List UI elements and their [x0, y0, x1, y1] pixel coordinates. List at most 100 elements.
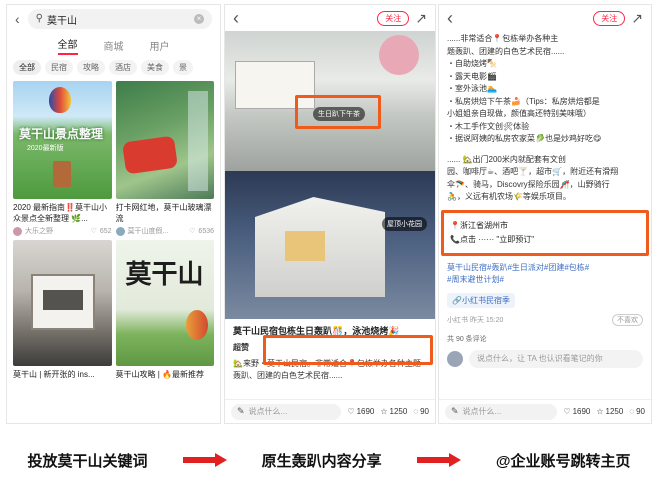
windmill-icon — [53, 161, 71, 187]
note-title: 2020 最新指南‼️莫干山小众景点全新整理 🌿... — [13, 203, 107, 223]
image-tag-rooftop-garden[interactable]: 屋顶小花园 — [382, 217, 427, 231]
heart-icon[interactable]: ♡ — [91, 227, 97, 235]
note-card[interactable]: 莫干山景点整理 2020最新版 2020 最新指南‼️莫干山小众景点全新整理 🌿… — [13, 81, 112, 236]
chip-scenic[interactable]: 景 — [173, 59, 193, 75]
author-name: 大乐之野 — [25, 228, 53, 235]
note-card[interactable]: 莫干山 | 新开张的 ins... — [13, 240, 112, 391]
like-count: 652 — [99, 227, 112, 235]
body-line: 伞🪂、骑马，Discovry探险乐园🎢，山野骑行 — [447, 179, 610, 189]
body-line: ......非常适合📍包栋举办各种主 — [447, 34, 559, 43]
comment-input[interactable]: ✎ 说点什么... — [231, 403, 342, 420]
body-line: ・露天电影🎬 — [447, 71, 497, 81]
title-prefix: 莫干山 — [233, 326, 261, 336]
interaction-bar: ✎ 说点什么... ♡ 1690 ☆ 1250 ◌ 90 — [225, 399, 435, 423]
note-meta: 莫干山度假... ♡ 6536 — [115, 226, 214, 236]
note-body-top: ......非常适合📍包栋举办各种主 题轰趴、团建的白色艺术民宿...... ・… — [439, 31, 651, 148]
overlay-title: 莫干山景点整理 — [19, 127, 104, 141]
flow-step-2: 原生轰趴内容分享 — [261, 452, 382, 470]
note-header: ‹ 关注 ↗ — [225, 5, 435, 31]
heart-icon: ♡ — [347, 407, 355, 416]
chip-hotel[interactable]: 酒店 — [109, 59, 137, 75]
collect-count: 1250 — [605, 407, 624, 416]
glass-slide-icon — [188, 91, 208, 191]
body-line: ・自助烧烤🍢 — [447, 59, 497, 68]
result-tabs: 全部 商城 用户 — [7, 33, 220, 57]
tab-users[interactable]: 用户 — [150, 38, 170, 53]
comment-input[interactable]: 说点什么，让 TA 也认识看笔记的你 — [469, 349, 643, 368]
note-image-bottom: 屋顶小花园 — [225, 171, 435, 319]
comment-input[interactable]: ✎ 说点什么... — [445, 403, 558, 420]
back-arrow-icon[interactable]: ‹ — [233, 9, 239, 27]
search-header: ‹ ⚲ 莫干山 × — [7, 5, 220, 33]
collect-button[interactable]: ☆ 1250 — [380, 407, 407, 416]
note-thumbnail: 莫干山 — [115, 240, 214, 366]
filter-chips: 全部 民宿 攻略 酒店 美食 景 — [7, 57, 220, 77]
title-highlight-box — [263, 335, 433, 365]
comment-placeholder: 说点什么... — [462, 407, 502, 416]
contact-highlight-box: 📍浙江省湖州市 📞点击 ······ "立即预订" — [441, 209, 649, 256]
note-card[interactable]: 打卡网红地，莫干山玻璃漂流 莫干山度假... ♡ 6536 — [115, 81, 214, 236]
comment-icon: ◌ — [629, 407, 635, 416]
balloon-icon — [379, 35, 419, 75]
raft-icon — [121, 135, 178, 175]
star-icon: ☆ — [596, 407, 604, 416]
location-line: 📍浙江省湖州市 — [450, 220, 508, 230]
topic-link[interactable]: 🔗小红书民宿季 — [447, 292, 515, 308]
chip-food[interactable]: 美食 — [141, 59, 169, 75]
hot-air-balloon-icon — [49, 87, 71, 113]
lit-window-icon — [285, 231, 325, 261]
tab-all[interactable]: 全部 — [57, 36, 78, 55]
note-title: 莫干山攻略 | 🔥最新推荐 — [115, 370, 204, 379]
comment-button[interactable]: ◌ 90 — [413, 407, 429, 416]
chip-guide[interactable]: 攻略 — [77, 59, 105, 75]
note-thumbnail: 莫干山景点整理 2020最新版 — [13, 81, 112, 199]
clear-icon[interactable]: × — [194, 14, 204, 24]
interaction-bar: ✎ 说点什么... ♡ 1690 ☆ 1250 ◌ 90 — [439, 399, 651, 423]
follow-button[interactable]: 关注 — [593, 10, 626, 26]
note-title: 打卡网红地，莫干山玻璃漂流 — [115, 203, 212, 223]
dislike-button[interactable]: 不喜欢 — [612, 313, 643, 326]
collect-count: 1250 — [389, 407, 408, 416]
window-icon — [43, 290, 83, 310]
follow-button[interactable]: 关注 — [377, 10, 410, 26]
tab-mall[interactable]: 商城 — [104, 38, 124, 53]
author-name: 莫干山度假... — [127, 228, 169, 235]
share-icon[interactable]: ↗ — [631, 11, 643, 25]
body-line: 题轰趴、团建的白色艺术民宿...... — [447, 46, 565, 56]
heart-icon: ♡ — [563, 407, 571, 416]
back-arrow-icon[interactable]: ‹ — [447, 9, 453, 27]
body-line: 小姐姐亲自现做，颜值高还特别美味哦） — [447, 109, 591, 118]
share-icon[interactable]: ↗ — [415, 11, 427, 25]
comment-icon: ◌ — [413, 407, 419, 416]
comment-count-label: 共 90 条评论 — [447, 335, 487, 343]
note-meta: 大乐之野 ♡ 652 — [13, 226, 112, 236]
search-query-text: 莫干山 — [47, 15, 77, 27]
hashtag-line[interactable]: #周末避世计划# — [447, 274, 643, 287]
booking-line[interactable]: 📞点击 ······ "立即预订" — [450, 233, 640, 247]
comment-button[interactable]: ◌ 90 — [629, 407, 645, 416]
heart-icon[interactable]: ♡ — [189, 227, 195, 235]
flow-step-1: 投放莫干山关键词 — [27, 452, 148, 470]
body-line: 🚴，义远有机农场🌾等娱乐项目。 — [447, 192, 571, 201]
back-arrow-icon[interactable]: ‹ — [15, 12, 20, 26]
flow-step-3: @企业账号跳转主页 — [495, 452, 631, 470]
highlight-box — [295, 95, 381, 129]
comment-count: 90 — [420, 407, 429, 416]
note-body-mid: ...... 🏡出门200米内就配套有文创 园、咖啡厅☕、酒吧🍸，超市🛒，附近还… — [439, 152, 651, 206]
like-button[interactable]: ♡ 1690 — [347, 407, 374, 416]
note-title: 莫干山 | 新开张的 ins... — [13, 370, 95, 379]
like-button[interactable]: ♡ 1690 — [563, 407, 590, 416]
chip-all[interactable]: 全部 — [13, 59, 41, 75]
body-line: ・私房烘焙下午茶🍰（Tips：私房烘焙都是 — [447, 96, 600, 106]
note-card[interactable]: 莫干山 莫干山攻略 | 🔥最新推荐 — [115, 240, 214, 391]
note-thumbnail — [13, 240, 112, 366]
search-input[interactable]: ⚲ 莫干山 × — [27, 9, 212, 29]
note-thumbnail — [115, 81, 214, 199]
chip-homestay[interactable]: 民宿 — [45, 59, 73, 75]
body-line: ・据说阿姨的私房农家菜🥬也是炒鸡好吃😋 — [447, 134, 602, 143]
note-detail-screen: ‹ 关注 ↗ 生日趴下午茶 屋顶小花园 莫干山民宿包栋生日轰趴🎊，泳池烧烤🎉 超… — [224, 4, 436, 424]
hashtag-line[interactable]: 莫干山民宿#轰趴#生日派对#团建#包栋# — [447, 262, 643, 275]
note-meta: 小红书 昨天 15:20 不喜欢 — [439, 312, 651, 328]
comment-row: 说点什么，让 TA 也认识看笔记的你 — [439, 346, 651, 372]
collect-button[interactable]: ☆ 1250 — [596, 407, 623, 416]
